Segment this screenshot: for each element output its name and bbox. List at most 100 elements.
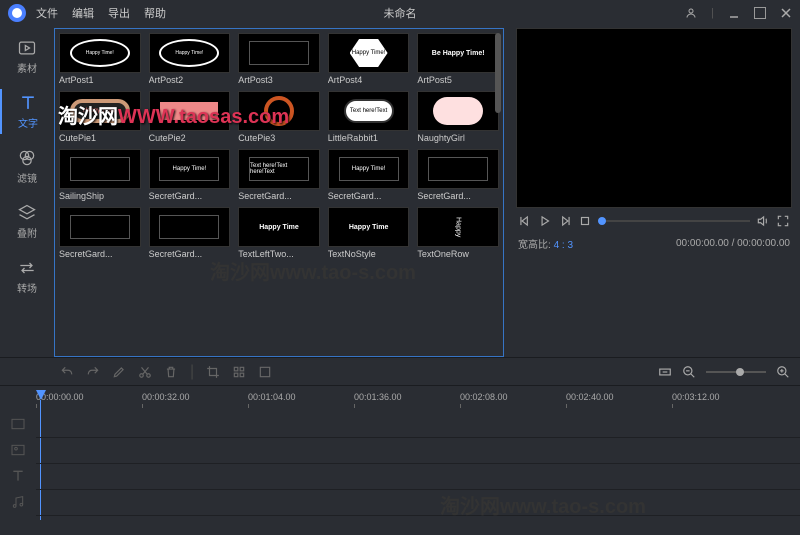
ruler-mark: 00:02:40.00 — [566, 392, 614, 408]
sidebar-item-overlay[interactable]: 叠附 — [7, 199, 47, 244]
asset-item[interactable]: Happy Time!ArtPost2 — [149, 33, 231, 85]
menu-help[interactable]: 帮助 — [144, 5, 166, 21]
grid-scrollbar[interactable] — [495, 33, 501, 352]
play-icon[interactable] — [538, 214, 552, 228]
asset-label: SecretGard... — [149, 249, 231, 259]
asset-item[interactable]: ArtPost3 — [238, 33, 320, 85]
sidebar-item-label: 滤镜 — [17, 170, 37, 185]
delete-icon[interactable] — [164, 365, 178, 379]
asset-label: CutePie2 — [149, 133, 231, 143]
asset-item[interactable]: Happy Time!SecretGard... — [328, 149, 410, 201]
preview-time: 00:00:00.00 / 00:00:00.00 — [676, 238, 790, 249]
track-row[interactable] — [36, 438, 800, 464]
undo-icon[interactable] — [60, 365, 74, 379]
sidebar-item-text[interactable]: 文字 — [0, 89, 54, 134]
preview-viewport — [516, 28, 792, 208]
asset-label: TextOneRow — [417, 249, 499, 259]
asset-item[interactable]: CutePie2 — [149, 91, 231, 143]
menu-file[interactable]: 文件 — [36, 5, 58, 21]
asset-item[interactable]: HappyTextOneRow — [417, 207, 499, 259]
volume-icon[interactable] — [756, 214, 770, 228]
tracks-area[interactable] — [36, 412, 800, 535]
layers-icon — [17, 203, 37, 223]
ruler-mark: 00:02:08.00 — [460, 392, 508, 408]
sidebar-item-label: 文字 — [18, 115, 38, 130]
asset-label: ArtPost1 — [59, 75, 141, 85]
mosaic-icon[interactable] — [232, 365, 246, 379]
ruler-mark: 00:01:04.00 — [248, 392, 296, 408]
zoom-out-icon[interactable] — [682, 365, 696, 379]
redo-icon[interactable] — [86, 365, 100, 379]
asset-item[interactable]: CutePie3 — [238, 91, 320, 143]
asset-item[interactable]: Text here!TextLittleRabbit1 — [328, 91, 410, 143]
asset-item[interactable]: Happy TimeTextNoStyle — [328, 207, 410, 259]
asset-label: CutePie3 — [238, 133, 320, 143]
ruler-mark: 00:00:32.00 — [142, 392, 190, 408]
titlebar: 文件 编辑 导出 帮助 未命名 | — [0, 0, 800, 26]
asset-label: TextLeftTwo... — [238, 249, 320, 259]
asset-item[interactable]: SecretGard... — [149, 207, 231, 259]
asset-item[interactable]: Happy Time!CutePie1 — [59, 91, 141, 143]
track-row[interactable] — [36, 490, 800, 516]
menu-export[interactable]: 导出 — [108, 5, 130, 21]
fit-icon[interactable] — [658, 365, 672, 379]
asset-label: ArtPost5 — [417, 75, 499, 85]
asset-item[interactable]: SecretGard... — [59, 207, 141, 259]
asset-item[interactable]: SecretGard... — [417, 149, 499, 201]
asset-item[interactable]: Happy Time!ArtPost1 — [59, 33, 141, 85]
ruler-mark: 00:03:12.00 — [672, 392, 720, 408]
track-row[interactable] — [36, 412, 800, 438]
close-icon[interactable] — [780, 7, 792, 19]
maximize-icon[interactable] — [754, 7, 766, 19]
zoom-slider[interactable] — [706, 371, 766, 373]
asset-item[interactable]: Happy Time!SecretGard... — [149, 149, 231, 201]
user-icon[interactable] — [685, 7, 697, 19]
play-box-icon — [17, 38, 37, 58]
menu-edit[interactable]: 编辑 — [72, 5, 94, 21]
freeze-icon[interactable] — [258, 365, 272, 379]
asset-item[interactable]: Happy TimeTextLeftTwo... — [238, 207, 320, 259]
asset-label: SecretGard... — [59, 249, 141, 259]
asset-label: ArtPost3 — [238, 75, 320, 85]
text-icon — [18, 93, 38, 113]
preview-panel: 宽高比: 4 : 3 00:00:00.00 / 00:00:00.00 — [516, 28, 792, 357]
minimize-icon[interactable] — [728, 7, 740, 19]
asset-label: LittleRabbit1 — [328, 133, 410, 143]
fullscreen-icon[interactable] — [776, 214, 790, 228]
asset-item[interactable]: NaughtyGirl — [417, 91, 499, 143]
crop-icon[interactable] — [206, 365, 220, 379]
sidebar-item-transition[interactable]: 转场 — [7, 254, 47, 299]
sidebar-item-media[interactable]: 素材 — [7, 34, 47, 79]
text-track-icon[interactable] — [10, 468, 26, 484]
asset-grid-panel: Happy Time!ArtPost1Happy Time!ArtPost2Ar… — [54, 28, 504, 357]
aspect-value[interactable]: 4 : 3 — [554, 240, 573, 251]
asset-label: SecretGard... — [417, 191, 499, 201]
asset-label: ArtPost4 — [328, 75, 410, 85]
prev-frame-icon[interactable] — [518, 214, 532, 228]
sidebar-item-filter[interactable]: 滤镜 — [7, 144, 47, 189]
asset-item[interactable]: Be Happy Time!ArtPost5 — [417, 33, 499, 85]
circles-icon — [17, 148, 37, 168]
sidebar-item-label: 转场 — [17, 280, 37, 295]
asset-label: ArtPost2 — [149, 75, 231, 85]
timeline-ruler[interactable]: 00:00:00.0000:00:32.0000:01:04.0000:01:3… — [36, 386, 800, 412]
image-track-icon[interactable] — [10, 442, 26, 458]
timeline-toolbar: | — [0, 357, 800, 385]
timeline: 00:00:00.0000:00:32.0000:01:04.0000:01:3… — [0, 385, 800, 535]
track-row[interactable] — [36, 464, 800, 490]
preview-slider[interactable] — [598, 220, 750, 222]
asset-item[interactable]: Text here!Text here!TextSecretGard... — [238, 149, 320, 201]
arrows-icon — [17, 258, 37, 278]
cut-icon[interactable] — [138, 365, 152, 379]
asset-item[interactable]: SailingShip — [59, 149, 141, 201]
next-frame-icon[interactable] — [558, 214, 572, 228]
asset-label: SecretGard... — [328, 191, 410, 201]
sidebar: 素材 文字 滤镜 叠附 转场 — [0, 26, 54, 357]
video-track-icon[interactable] — [10, 416, 26, 432]
sidebar-item-label: 叠附 — [17, 225, 37, 240]
audio-track-icon[interactable] — [10, 494, 26, 510]
edit-icon[interactable] — [112, 365, 126, 379]
asset-item[interactable]: Happy Time!ArtPost4 — [328, 33, 410, 85]
stop-icon[interactable] — [578, 214, 592, 228]
zoom-in-icon[interactable] — [776, 365, 790, 379]
